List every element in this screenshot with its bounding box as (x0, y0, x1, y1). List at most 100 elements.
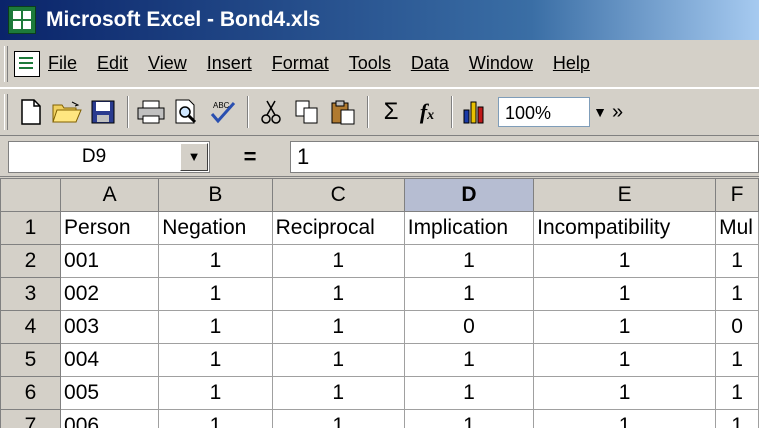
name-box[interactable]: D9 ▼ (8, 140, 210, 173)
column-header-c[interactable]: C (271, 178, 405, 212)
row-header[interactable]: 2 (0, 244, 62, 278)
cell-f3[interactable]: 1 (715, 277, 759, 311)
formula-equals-icon[interactable]: = (210, 141, 290, 173)
cell-f7[interactable]: 1 (715, 409, 759, 428)
workbook-icon[interactable] (14, 50, 40, 77)
cell-a4[interactable]: 003 (60, 310, 160, 344)
row-header[interactable]: 4 (0, 310, 62, 344)
cell-e7[interactable]: 1 (533, 409, 717, 428)
row-header[interactable]: 6 (0, 376, 62, 410)
cell-d1[interactable]: Implication (403, 211, 535, 245)
print-icon[interactable] (134, 95, 168, 129)
table-row: 5 004 1 1 1 1 1 (0, 343, 759, 377)
cell-f2[interactable]: 1 (715, 244, 759, 278)
cell-c1[interactable]: Reciprocal (271, 211, 405, 245)
worksheet-grid[interactable]: A B C D E F 1 Person Negation Reciprocal Imp… (0, 178, 759, 428)
zoom-dropdown-icon[interactable]: ▼ (590, 97, 610, 127)
formula-input[interactable]: 1 (290, 140, 759, 173)
cell-a1[interactable]: Person (60, 211, 160, 245)
new-icon[interactable] (14, 95, 48, 129)
cell-a7[interactable]: 006 (60, 409, 160, 428)
row-header[interactable]: 3 (0, 277, 62, 311)
menubar-grip[interactable] (4, 45, 8, 82)
cell-b1[interactable]: Negation (158, 211, 273, 245)
cell-d6[interactable]: 1 (403, 376, 535, 410)
cell-b6[interactable]: 1 (158, 376, 273, 410)
chart-wizard-icon[interactable] (458, 95, 492, 129)
menu-format[interactable]: Format (272, 53, 329, 74)
toolbar-separator (451, 96, 453, 128)
menu-insert[interactable]: Insert (207, 53, 252, 74)
table-row: 6 005 1 1 1 1 1 (0, 376, 759, 410)
menu-window[interactable]: Window (469, 53, 533, 74)
cell-e4[interactable]: 1 (533, 310, 717, 344)
cell-e2[interactable]: 1 (533, 244, 717, 278)
cell-d7[interactable]: 1 (403, 409, 535, 428)
menu-tools[interactable]: Tools (349, 53, 391, 74)
name-box-dropdown-icon[interactable]: ▼ (180, 142, 208, 171)
cell-f1[interactable]: Mul (715, 211, 759, 245)
cell-a5[interactable]: 004 (60, 343, 160, 377)
cell-c5[interactable]: 1 (271, 343, 405, 377)
table-row: 3 002 1 1 1 1 1 (0, 277, 759, 311)
cell-d4[interactable]: 0 (403, 310, 535, 344)
row-header[interactable]: 7 (0, 409, 62, 428)
cell-d3[interactable]: 1 (403, 277, 535, 311)
cell-b3[interactable]: 1 (158, 277, 273, 311)
cell-b2[interactable]: 1 (158, 244, 273, 278)
cell-b7[interactable]: 1 (158, 409, 273, 428)
cell-c7[interactable]: 1 (271, 409, 405, 428)
cell-a2[interactable]: 001 (60, 244, 160, 278)
save-icon[interactable] (86, 95, 120, 129)
autosum-icon[interactable]: Σ (374, 95, 408, 129)
table-row: 4 003 1 1 0 1 0 (0, 310, 759, 344)
toolbar-overflow-icon[interactable]: » (612, 101, 623, 124)
function-icon[interactable]: fx (410, 95, 444, 129)
cell-e3[interactable]: 1 (533, 277, 717, 311)
table-row: 7 006 1 1 1 1 1 (0, 409, 759, 428)
cell-e5[interactable]: 1 (533, 343, 717, 377)
standard-toolbar: ABC Σ fx 100% ▼ » (0, 88, 759, 136)
paste-icon[interactable] (326, 95, 360, 129)
column-header-f[interactable]: F (715, 178, 759, 212)
toolbar-grip[interactable] (4, 94, 8, 130)
menu-view[interactable]: View (148, 53, 187, 74)
formula-bar: D9 ▼ = 1 (0, 137, 759, 177)
menu-data[interactable]: Data (411, 53, 449, 74)
cell-b4[interactable]: 1 (158, 310, 273, 344)
menu-edit[interactable]: Edit (97, 53, 128, 74)
open-icon[interactable] (50, 95, 84, 129)
cell-a6[interactable]: 005 (60, 376, 160, 410)
copy-icon[interactable] (290, 95, 324, 129)
cell-e1[interactable]: Incompatibility (533, 211, 717, 245)
cell-a3[interactable]: 002 (60, 277, 160, 311)
cell-c6[interactable]: 1 (271, 376, 405, 410)
cell-f4[interactable]: 0 (715, 310, 759, 344)
column-header-d[interactable]: D (403, 178, 535, 212)
toolbar-separator (247, 96, 249, 128)
row-header[interactable]: 1 (0, 211, 62, 245)
zoom-input[interactable]: 100% (498, 97, 590, 127)
menu-bar: File Edit View Insert Format Tools Data … (0, 40, 759, 88)
cell-c4[interactable]: 1 (271, 310, 405, 344)
select-all-corner[interactable] (0, 178, 62, 212)
title-bar[interactable]: Microsoft Excel - Bond4.xls (0, 0, 759, 40)
cell-d2[interactable]: 1 (403, 244, 535, 278)
menu-file[interactable]: File (48, 53, 77, 74)
cell-c3[interactable]: 1 (271, 277, 405, 311)
row-header[interactable]: 5 (0, 343, 62, 377)
cell-c2[interactable]: 1 (271, 244, 405, 278)
menu-help[interactable]: Help (553, 53, 590, 74)
cell-d5[interactable]: 1 (403, 343, 535, 377)
cell-f5[interactable]: 1 (715, 343, 759, 377)
column-header-a[interactable]: A (60, 178, 160, 212)
cut-icon[interactable] (254, 95, 288, 129)
print-preview-icon[interactable] (170, 95, 204, 129)
column-header-b[interactable]: B (158, 178, 273, 212)
column-header-e[interactable]: E (533, 178, 717, 212)
spelling-icon[interactable]: ABC (206, 95, 240, 129)
cell-e6[interactable]: 1 (533, 376, 717, 410)
cell-f6[interactable]: 1 (715, 376, 759, 410)
excel-app-icon[interactable] (8, 6, 36, 34)
cell-b5[interactable]: 1 (158, 343, 273, 377)
